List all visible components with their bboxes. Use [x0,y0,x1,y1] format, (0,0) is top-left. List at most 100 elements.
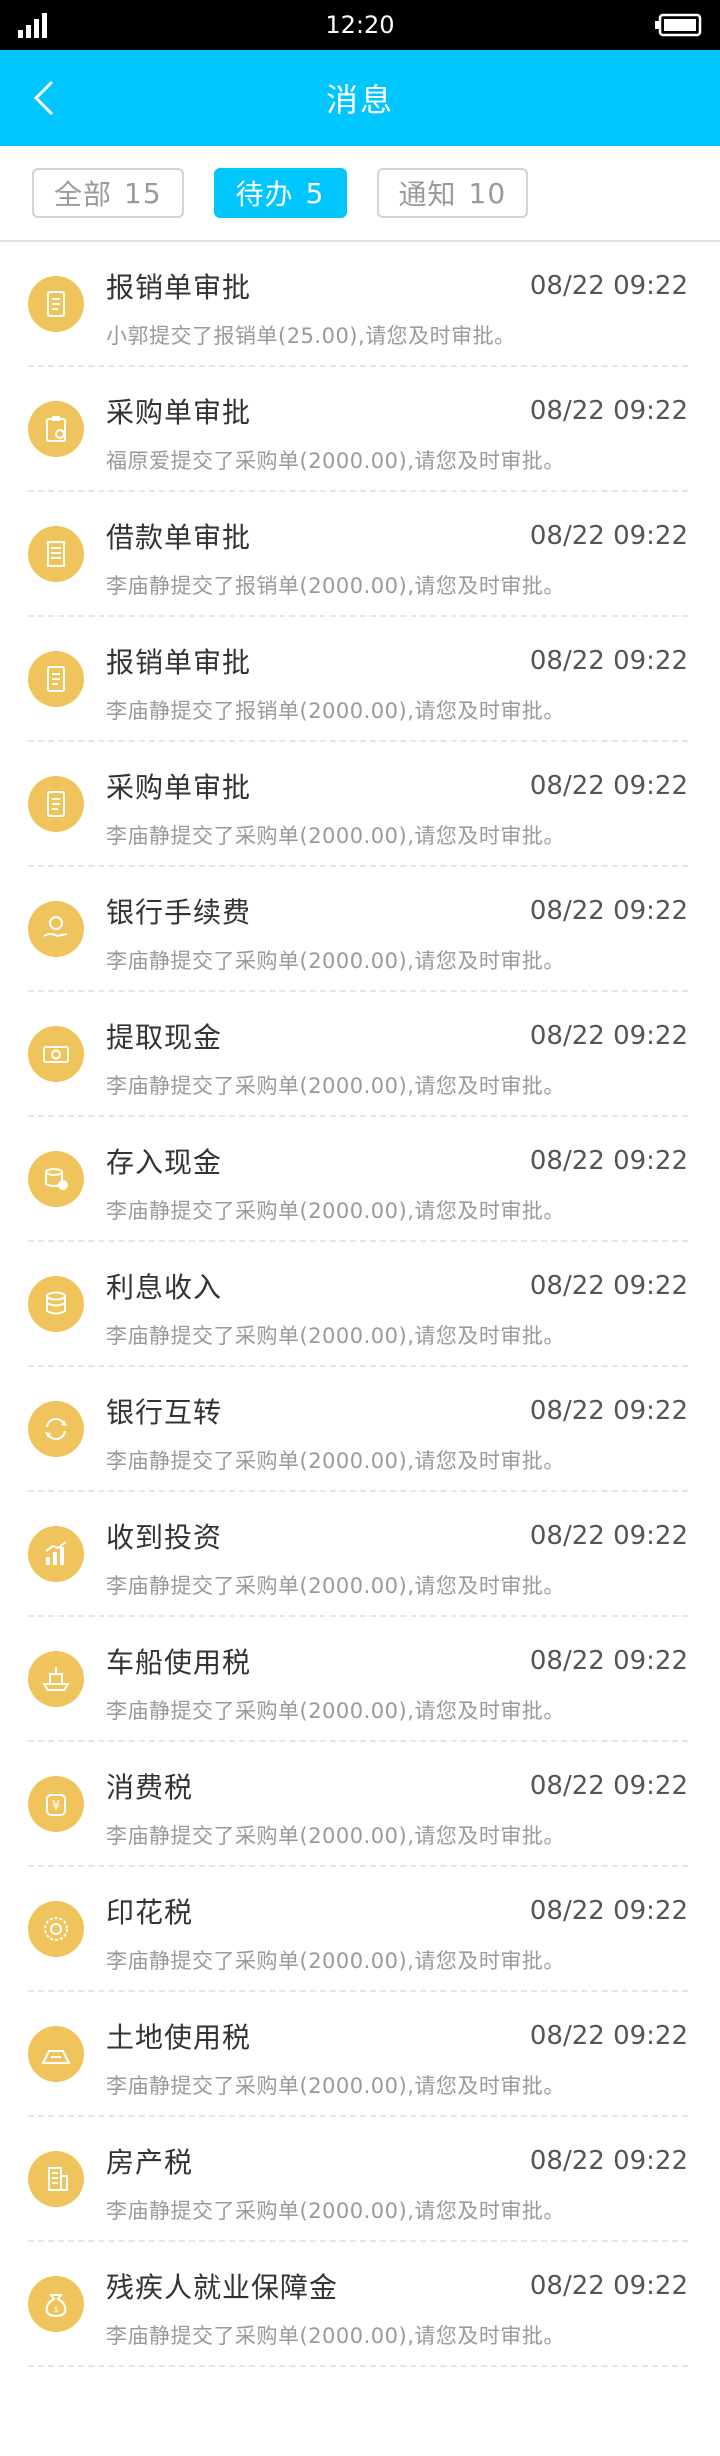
message-item[interactable]: $ 残疾人就业保障金 08/22 09:22 李庙静提交了采购单(2000.00),请… [28,2242,688,2367]
message-item[interactable]: 借款单审批 08/22 09:22 李庙静提交了报销单(2000.00),请您及时审… [28,492,688,617]
tab-count: 15 [124,176,162,210]
message-item[interactable]: 采购单审批 08/22 09:22 福原爱提交了采购单(2000.00),请您及时审… [28,367,688,492]
message-body: 印花税 08/22 09:22 李庙静提交了采购单(2000.00),请您及时审批。 [106,1867,688,1975]
message-item[interactable]: 报销单审批 08/22 09:22 小郭提交了报销单(25.00),请您及时审批。 [28,242,688,367]
message-title: 提取现金 [106,1021,223,1054]
message-header: 消费税 08/22 09:22 [106,1766,688,1806]
message-body: 报销单审批 08/22 09:22 小郭提交了报销单(25.00),请您及时审批。 [106,242,688,350]
message-time: 08/22 09:22 [529,1396,688,1426]
message-item[interactable]: 采购单审批 08/22 09:22 李庙静提交了采购单(2000.00),请您及时审… [28,742,688,867]
message-item[interactable]: 土地使用税 08/22 09:22 李庙静提交了采购单(2000.00),请您及时审… [28,1992,688,2117]
message-desc: 李庙静提交了采购单(2000.00),请您及时审批。 [106,1949,565,1973]
message-body: 报销单审批 08/22 09:22 李庙静提交了报销单(2000.00),请您及时审… [106,617,688,725]
coins-icon [28,1276,84,1332]
message-desc: 李庙静提交了采购单(2000.00),请您及时审批。 [106,1324,565,1348]
message-title: 收到投资 [106,1521,223,1554]
status-bar: 12:20 [0,0,720,50]
message-desc: 李庙静提交了采购单(2000.00),请您及时审批。 [106,2324,565,2348]
message-time: 08/22 09:22 [529,1271,688,1301]
message-time: 08/22 09:22 [529,271,688,301]
message-item[interactable]: 银行手续费 08/22 09:22 李庙静提交了采购单(2000.00),请您及时审… [28,867,688,992]
message-desc: 李庙静提交了采购单(2000.00),请您及时审批。 [106,949,565,973]
message-header: 车船使用税 08/22 09:22 [106,1641,688,1681]
message-title: 利息收入 [106,1271,223,1304]
tab-count: 5 [305,176,325,210]
receipt-icon [28,776,84,832]
message-item[interactable]: 车船使用税 08/22 09:22 李庙静提交了采购单(2000.00),请您及时审… [28,1617,688,1742]
message-header: 收到投资 08/22 09:22 [106,1516,688,1556]
message-title: 报销单审批 [106,271,252,304]
message-header: 银行手续费 08/22 09:22 [106,891,688,931]
header-bar: 消息 [0,50,720,146]
message-item[interactable]: 印花税 08/22 09:22 李庙静提交了采购单(2000.00),请您及时审批。 [28,1867,688,1992]
message-item[interactable]: ¥ 消费税 08/22 09:22 李庙静提交了采购单(2000.00),请您及时审批… [28,1742,688,1867]
message-time: 08/22 09:22 [529,1146,688,1176]
message-item[interactable]: 报销单审批 08/22 09:22 李庙静提交了报销单(2000.00),请您及时审… [28,617,688,742]
receipt-icon [28,651,84,707]
message-time: 08/22 09:22 [529,521,688,551]
clipboard-icon [28,401,84,457]
message-time: 08/22 09:22 [529,1646,688,1676]
tab-bar: 全部 15 待办 5 通知 10 [0,146,720,242]
message-time: 08/22 09:22 [529,1021,688,1051]
message-desc: 李庙静提交了采购单(2000.00),请您及时审批。 [106,1824,565,1848]
message-time: 08/22 09:22 [529,2146,688,2176]
page-title: 消息 [325,81,394,119]
message-body: 提取现金 08/22 09:22 李庙静提交了采购单(2000.00),请您及时审批… [106,992,688,1100]
tab-label: 通知 [398,178,457,211]
message-header: 印花税 08/22 09:22 [106,1891,688,1931]
status-time: 12:20 [325,11,395,39]
message-header: 报销单审批 08/22 09:22 [106,641,688,681]
land-icon [28,2026,84,2082]
tab-count: 10 [468,176,507,210]
message-header: 报销单审批 08/22 09:22 [106,266,688,306]
tab-all[interactable]: 全部 15 [32,168,184,218]
message-item[interactable]: 提取现金 08/22 09:22 李庙静提交了采购单(2000.00),请您及时审批… [28,992,688,1117]
message-desc: 李庙静提交了报销单(2000.00),请您及时审批。 [106,574,565,598]
message-time: 08/22 09:22 [529,1896,688,1926]
battery-icon [655,13,702,37]
message-header: 采购单审批 08/22 09:22 [106,766,688,806]
growth-chart-icon [28,1526,84,1582]
message-title: 印花税 [106,1896,194,1929]
message-title: 银行手续费 [106,896,252,929]
message-title: 残疾人就业保障金 [106,2271,339,2304]
hand-coin-icon [28,901,84,957]
message-title: 消费税 [106,1771,194,1804]
tab-notice[interactable]: 通知 10 [376,168,529,218]
message-time: 08/22 09:22 [529,2021,688,2051]
message-item[interactable]: 银行互转 08/22 09:22 李庙静提交了采购单(2000.00),请您及时审批… [28,1367,688,1492]
chevron-left-icon[interactable] [26,78,66,118]
message-time: 08/22 09:22 [529,771,688,801]
message-body: 收到投资 08/22 09:22 李庙静提交了采购单(2000.00),请您及时审批… [106,1492,688,1600]
yen-bag-icon: ¥ [28,1776,84,1832]
message-header: 借款单审批 08/22 09:22 [106,516,688,556]
message-item[interactable]: 利息收入 08/22 09:22 李庙静提交了采购单(2000.00),请您及时审批… [28,1242,688,1367]
stamp-icon [28,1901,84,1957]
message-body: 银行互转 08/22 09:22 李庙静提交了采购单(2000.00),请您及时审批… [106,1367,688,1475]
cash-icon [28,1026,84,1082]
tab-todo[interactable]: 待办 5 [213,168,347,218]
tab-label: 待办 [235,178,294,211]
message-time: 08/22 09:22 [529,646,688,676]
message-header: 土地使用税 08/22 09:22 [106,2016,688,2056]
message-item[interactable]: 收到投资 08/22 09:22 李庙静提交了采购单(2000.00),请您及时审批… [28,1492,688,1617]
message-title: 报销单审批 [106,646,252,679]
message-title: 借款单审批 [106,521,252,554]
message-body: 利息收入 08/22 09:22 李庙静提交了采购单(2000.00),请您及时审批… [106,1242,688,1350]
transfer-icon [28,1401,84,1457]
message-title: 采购单审批 [106,396,252,429]
message-desc: 福原爱提交了采购单(2000.00),请您及时审批。 [106,449,565,473]
signal-icon [18,13,47,38]
message-desc: 李庙静提交了采购单(2000.00),请您及时审批。 [106,1074,565,1098]
message-body: 采购单审批 08/22 09:22 李庙静提交了采购单(2000.00),请您及时审… [106,742,688,850]
message-desc: 李庙静提交了采购单(2000.00),请您及时审批。 [106,1449,565,1473]
ship-icon [28,1651,84,1707]
message-item[interactable]: 房产税 08/22 09:22 李庙静提交了采购单(2000.00),请您及时审批。 [28,2117,688,2242]
message-header: 房产税 08/22 09:22 [106,2141,688,2181]
message-body: 存入现金 08/22 09:22 李庙静提交了采购单(2000.00),请您及时审批… [106,1117,688,1225]
message-item[interactable]: 存入现金 08/22 09:22 李庙静提交了采购单(2000.00),请您及时审批… [28,1117,688,1242]
message-desc: 李庙静提交了采购单(2000.00),请您及时审批。 [106,1199,565,1223]
message-body: 残疾人就业保障金 08/22 09:22 李庙静提交了采购单(2000.00),请您… [106,2242,688,2350]
message-body: 银行手续费 08/22 09:22 李庙静提交了采购单(2000.00),请您及时审… [106,867,688,975]
